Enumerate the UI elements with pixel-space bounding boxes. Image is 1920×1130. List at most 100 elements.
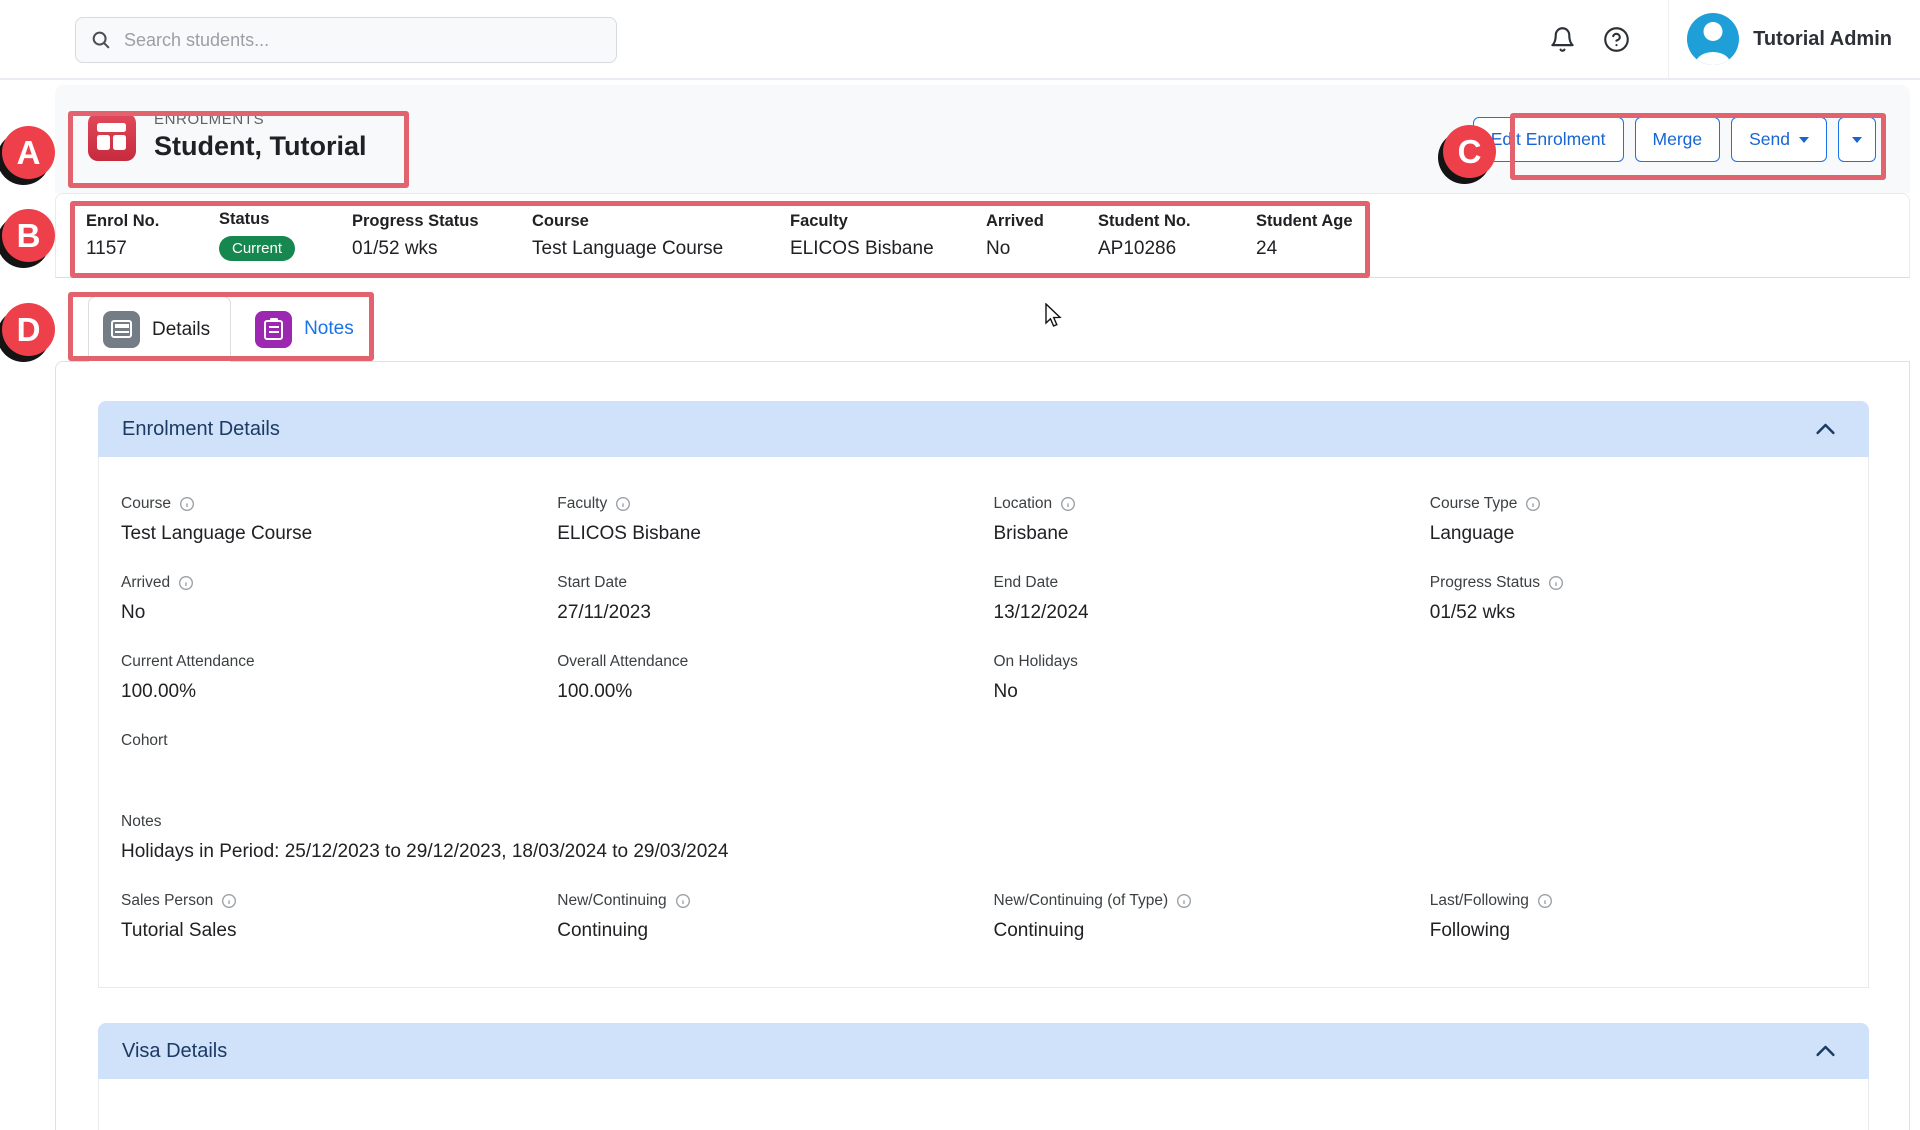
edit-enrolment-button[interactable]: Edit Enrolment: [1473, 117, 1624, 162]
summary-label: Course: [532, 212, 790, 231]
summary-label: Student No.: [1098, 212, 1256, 231]
visa-details-header[interactable]: Visa Details: [98, 1023, 1869, 1079]
enrolment-details-body: Course Test Language Course Faculty ELIC…: [98, 457, 1869, 988]
avatar-head-shape: [1704, 22, 1723, 41]
enrolment-details-header[interactable]: Enrolment Details: [98, 401, 1869, 457]
search-icon: [90, 29, 112, 51]
summary-value: 1157: [86, 238, 219, 260]
field-label: New/Continuing (of Type): [994, 892, 1169, 910]
table-layout-icon: [97, 123, 127, 151]
notes-icon: [255, 311, 292, 348]
info-icon[interactable]: [1548, 575, 1564, 591]
top-bar: Tutorial Admin: [0, 0, 1920, 80]
field-value: Continuing: [557, 920, 973, 943]
collapse-chevron-icon[interactable]: [1812, 416, 1839, 443]
info-icon[interactable]: [221, 893, 237, 909]
field-value: Language: [1430, 523, 1846, 546]
visa-details-panel: Visa Details: [98, 1023, 1869, 1130]
field-faculty: Faculty ELICOS Bisbane: [557, 495, 973, 546]
notifications-button[interactable]: [1540, 17, 1584, 61]
field-overall-attendance: Overall Attendance 100.00%: [557, 653, 973, 704]
tab-details[interactable]: Details: [88, 296, 231, 362]
info-icon[interactable]: [1537, 893, 1553, 909]
field-label: End Date: [994, 574, 1059, 592]
student-search[interactable]: [75, 17, 617, 63]
field-label: Location: [994, 495, 1053, 513]
summary-student-no: Student No. AP10286: [1098, 212, 1256, 260]
info-icon[interactable]: [1060, 496, 1076, 512]
field-label: Course Type: [1430, 495, 1518, 513]
tab-notes-label: Notes: [304, 318, 354, 340]
field-label: Cohort: [121, 732, 168, 750]
avatar-body-shape: [1696, 52, 1730, 65]
field-value: Holidays in Period: 25/12/2023 to 29/12/…: [121, 841, 1846, 864]
summary-status: Status Current: [219, 210, 352, 261]
field-sales-person: Sales Person Tutorial Sales: [121, 892, 537, 943]
field-row: Cohort: [121, 732, 1846, 783]
field-label: On Holidays: [994, 653, 1078, 671]
user-name[interactable]: Tutorial Admin: [1753, 28, 1892, 51]
summary-label: Student Age: [1256, 212, 1386, 231]
field-cohort: Cohort: [121, 732, 1846, 783]
summary-course: Course Test Language Course: [532, 212, 790, 260]
header-actions: Edit Enrolment Merge Send: [1473, 117, 1876, 162]
field-progress-status: Progress Status 01/52 wks: [1430, 574, 1846, 625]
visa-details-body: [98, 1079, 1869, 1130]
summary-enrol-no: Enrol No. 1157: [86, 212, 219, 260]
field-arrived: Arrived No: [121, 574, 537, 625]
status-badge: Current: [219, 236, 295, 261]
info-icon[interactable]: [179, 496, 195, 512]
enrolments-app-icon: [88, 113, 136, 161]
field-label: Overall Attendance: [557, 653, 688, 671]
enrolment-summary-bar: Enrol No. 1157 Status Current Progress S…: [55, 193, 1910, 278]
student-no-link[interactable]: AP10286: [1098, 238, 1256, 260]
send-button[interactable]: Send: [1731, 117, 1827, 162]
help-button[interactable]: [1594, 17, 1638, 61]
enrolment-tabs: Details Notes: [88, 296, 374, 362]
section-eyebrow: ENROLMENTS: [154, 111, 366, 128]
info-icon[interactable]: [675, 893, 691, 909]
field-end-date: End Date 13/12/2024: [994, 574, 1410, 625]
info-icon[interactable]: [1176, 893, 1192, 909]
field-label: Arrived: [121, 574, 170, 592]
collapse-chevron-icon[interactable]: [1812, 1038, 1839, 1065]
field-new-continuing-of-type: New/Continuing (of Type) Continuing: [994, 892, 1410, 943]
info-icon[interactable]: [1525, 496, 1541, 512]
field-location: Location Brisbane: [994, 495, 1410, 546]
field-value: 100.00%: [121, 681, 537, 704]
field-value: ELICOS Bisbane: [557, 523, 973, 546]
field-new-continuing: New/Continuing Continuing: [557, 892, 973, 943]
tab-notes[interactable]: Notes: [241, 296, 374, 362]
info-icon[interactable]: [615, 496, 631, 512]
page-header-band: ENROLMENTS Student, Tutorial Edit Enrolm…: [55, 85, 1910, 193]
field-value: Tutorial Sales: [121, 920, 537, 943]
summary-label: Enrol No.: [86, 212, 219, 231]
annotation-marker-d: D: [2, 303, 55, 356]
caret-down-icon: [1852, 137, 1862, 143]
caret-down-icon: [1799, 137, 1809, 143]
field-value: [121, 760, 1846, 783]
info-icon[interactable]: [178, 575, 194, 591]
field-course-type: Course Type Language: [1430, 495, 1846, 546]
summary-label: Arrived: [986, 212, 1098, 231]
search-input[interactable]: [124, 30, 602, 51]
field-value: Test Language Course: [121, 523, 537, 546]
field-start-date: Start Date 27/11/2023: [557, 574, 973, 625]
field-row: Sales Person Tutorial Sales New/Continui…: [121, 892, 1846, 943]
topbar-divider: [1668, 0, 1669, 78]
user-avatar[interactable]: [1687, 13, 1739, 65]
panel-title: Enrolment Details: [122, 418, 280, 441]
field-value: 13/12/2024: [994, 602, 1410, 625]
more-actions-button[interactable]: [1838, 117, 1876, 162]
field-label: New/Continuing: [557, 892, 666, 910]
summary-value: No: [986, 238, 1098, 260]
send-label: Send: [1749, 129, 1790, 150]
field-label: Current Attendance: [121, 653, 255, 671]
field-row: Course Test Language Course Faculty ELIC…: [121, 495, 1846, 546]
merge-button[interactable]: Merge: [1635, 117, 1721, 162]
annotation-marker-a: A: [2, 126, 55, 179]
field-value: Continuing: [994, 920, 1410, 943]
summary-label: Status: [219, 210, 352, 229]
field-row: Arrived No Start Date 27/11/2023 End Dat…: [121, 574, 1846, 625]
field-row: Current Attendance 100.00% Overall Atten…: [121, 653, 1846, 704]
